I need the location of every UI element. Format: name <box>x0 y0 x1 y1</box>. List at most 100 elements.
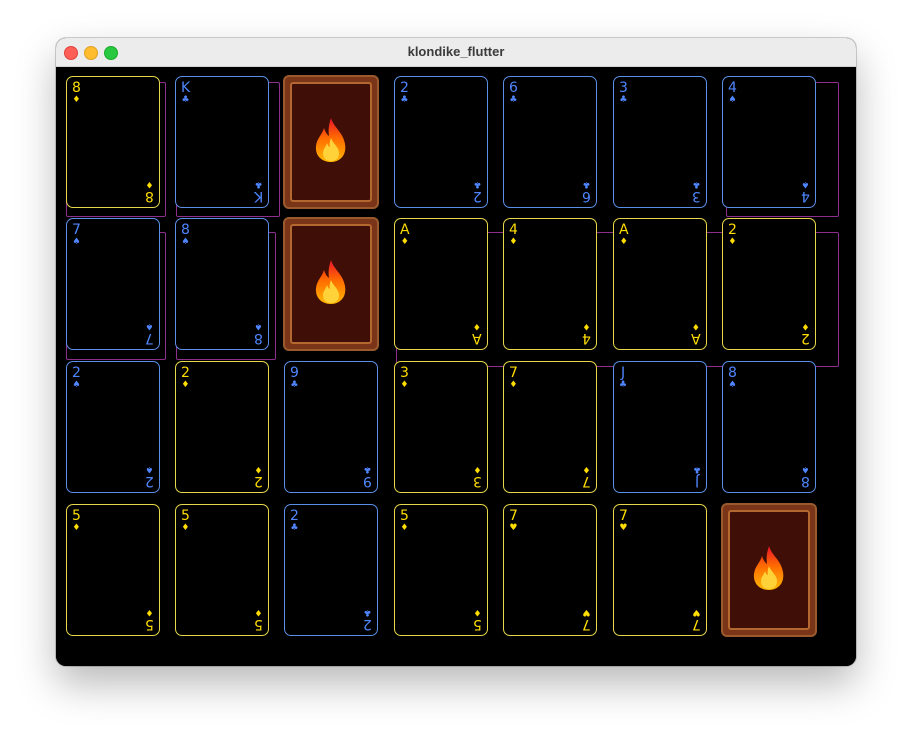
diamond-icon: ♦ <box>619 237 628 247</box>
playing-card[interactable]: 8 ♦ 8 ♦ <box>66 76 160 208</box>
card-rank: 2 <box>473 188 482 204</box>
playing-card[interactable]: 6 ♣ 6 ♣ <box>503 76 597 208</box>
diamond-icon: ♦ <box>254 607 263 617</box>
card-rank: 2 <box>72 365 81 381</box>
playing-card[interactable]: 4 ♦ 4 ♦ <box>503 218 597 350</box>
card-rank: 2 <box>801 330 810 346</box>
face-down-card[interactable] <box>283 75 379 209</box>
card-corner-top: 3 ♣ <box>619 81 628 105</box>
diamond-icon: ♦ <box>473 607 482 617</box>
playing-card[interactable]: 5 ♦ 5 ♦ <box>394 504 488 636</box>
card-rank: A <box>691 330 701 346</box>
diamond-icon: ♦ <box>582 321 591 331</box>
playing-card[interactable]: 5 ♦ 5 ♦ <box>175 504 269 636</box>
heart-icon: ♥ <box>692 607 701 617</box>
club-icon: ♣ <box>290 523 299 533</box>
card-corner-bottom: 7 ♥ <box>582 607 591 632</box>
fire-icon-graphic <box>315 260 346 304</box>
playing-card[interactable]: 2 ♣ 2 ♣ <box>394 76 488 208</box>
card-rank: 9 <box>363 473 372 489</box>
card-rank: 3 <box>692 188 701 204</box>
card-corner-bottom: A ♦ <box>691 321 701 346</box>
card-rank: 5 <box>400 508 409 524</box>
card-rank: 3 <box>400 365 409 381</box>
fire-icon <box>313 116 349 168</box>
card-rank: 7 <box>509 508 518 524</box>
diamond-icon: ♦ <box>582 464 591 474</box>
playing-card[interactable]: A ♦ A ♦ <box>394 218 488 350</box>
spade-icon: ♠ <box>72 237 81 247</box>
playing-card[interactable]: K ♣ K ♣ <box>175 76 269 208</box>
playing-card[interactable]: 3 ♣ 3 ♣ <box>613 76 707 208</box>
club-icon: ♣ <box>181 95 190 105</box>
card-corner-bottom: 2 ♦ <box>254 464 263 489</box>
playing-card[interactable]: 4 ♠ 4 ♠ <box>722 76 816 208</box>
playing-card[interactable]: 2 ♠ 2 ♠ <box>66 361 160 493</box>
fire-icon <box>313 258 349 310</box>
club-icon: ♣ <box>582 179 591 189</box>
playing-card[interactable]: 5 ♦ 5 ♦ <box>66 504 160 636</box>
playing-card[interactable]: 9 ♣ 9 ♣ <box>284 361 378 493</box>
playing-card[interactable]: 7 ♠ 7 ♠ <box>66 218 160 350</box>
card-corner-bottom: 9 ♣ <box>363 464 372 489</box>
card-corner-bottom: K ♣ <box>254 179 263 204</box>
face-down-card[interactable] <box>721 503 817 637</box>
spade-icon: ♠ <box>181 237 190 247</box>
card-rank: 4 <box>509 222 518 238</box>
card-rank: 3 <box>619 80 628 96</box>
card-corner-bottom: 2 ♦ <box>801 321 810 346</box>
card-corner-bottom: 7 ♦ <box>582 464 591 489</box>
playing-card[interactable]: 8 ♠ 8 ♠ <box>722 361 816 493</box>
card-rank: 8 <box>254 330 263 346</box>
card-corner-top: 2 ♣ <box>400 81 409 105</box>
playing-card[interactable]: 7 ♥ 7 ♥ <box>613 504 707 636</box>
card-rank: K <box>181 80 191 96</box>
diamond-icon: ♦ <box>254 464 263 474</box>
club-icon: ♣ <box>254 179 263 189</box>
card-back-panel <box>728 510 810 630</box>
club-icon: ♣ <box>290 380 299 390</box>
card-corner-top: 7 ♠ <box>72 223 81 247</box>
spade-icon: ♠ <box>728 95 737 105</box>
card-back-panel <box>290 82 372 202</box>
card-corner-bottom: 2 ♣ <box>473 179 482 204</box>
card-rank: 8 <box>72 80 81 96</box>
playing-card[interactable]: 8 ♠ 8 ♠ <box>175 218 269 350</box>
fire-icon <box>751 544 787 596</box>
diamond-icon: ♦ <box>72 95 81 105</box>
diamond-icon: ♦ <box>400 237 409 247</box>
heart-icon: ♥ <box>509 523 518 533</box>
playing-card[interactable]: J ♣ J ♣ <box>613 361 707 493</box>
card-corner-top: 4 ♦ <box>509 223 518 247</box>
card-corner-top: 2 ♦ <box>181 366 190 390</box>
card-corner-bottom: 5 ♦ <box>254 607 263 632</box>
spade-icon: ♠ <box>728 380 737 390</box>
face-down-card[interactable] <box>283 217 379 351</box>
card-rank: 5 <box>72 508 81 524</box>
spade-icon: ♠ <box>145 464 154 474</box>
club-icon: ♣ <box>509 95 518 105</box>
card-corner-bottom: 3 ♦ <box>473 464 482 489</box>
card-corner-top: 7 ♥ <box>509 509 518 533</box>
club-icon: ♣ <box>692 464 701 474</box>
spade-icon: ♠ <box>145 321 154 331</box>
playing-card[interactable]: 7 ♥ 7 ♥ <box>503 504 597 636</box>
fire-icon-graphic <box>753 546 784 590</box>
diamond-icon: ♦ <box>473 321 482 331</box>
club-icon: ♣ <box>400 95 409 105</box>
card-rank: 7 <box>72 222 81 238</box>
card-rank: 7 <box>145 330 154 346</box>
playing-card[interactable]: 2 ♦ 2 ♦ <box>722 218 816 350</box>
playing-card[interactable]: 2 ♦ 2 ♦ <box>175 361 269 493</box>
playing-card[interactable]: 2 ♣ 2 ♣ <box>284 504 378 636</box>
spade-icon: ♠ <box>801 464 810 474</box>
playing-card[interactable]: A ♦ A ♦ <box>613 218 707 350</box>
game-board: 8 ♦ 8 ♦ K ♣ K ♣ 2 ♣ 2 ♣ 6 ♣ 6 ♣ 3 ♣ 3 ♣ 4 ♠ 4 ♠ 7 ♠ 7 ♠ 8 ♠ 8 ♠ A ♦ A ♦ 4 ♦ 4 ♦… <box>56 67 856 666</box>
spade-icon: ♠ <box>72 380 81 390</box>
card-rank: 4 <box>582 330 591 346</box>
playing-card[interactable]: 7 ♦ 7 ♦ <box>503 361 597 493</box>
playing-card[interactable]: 3 ♦ 3 ♦ <box>394 361 488 493</box>
card-rank: 7 <box>692 616 701 632</box>
card-corner-bottom: 4 ♦ <box>582 321 591 346</box>
card-rank: 7 <box>619 508 628 524</box>
